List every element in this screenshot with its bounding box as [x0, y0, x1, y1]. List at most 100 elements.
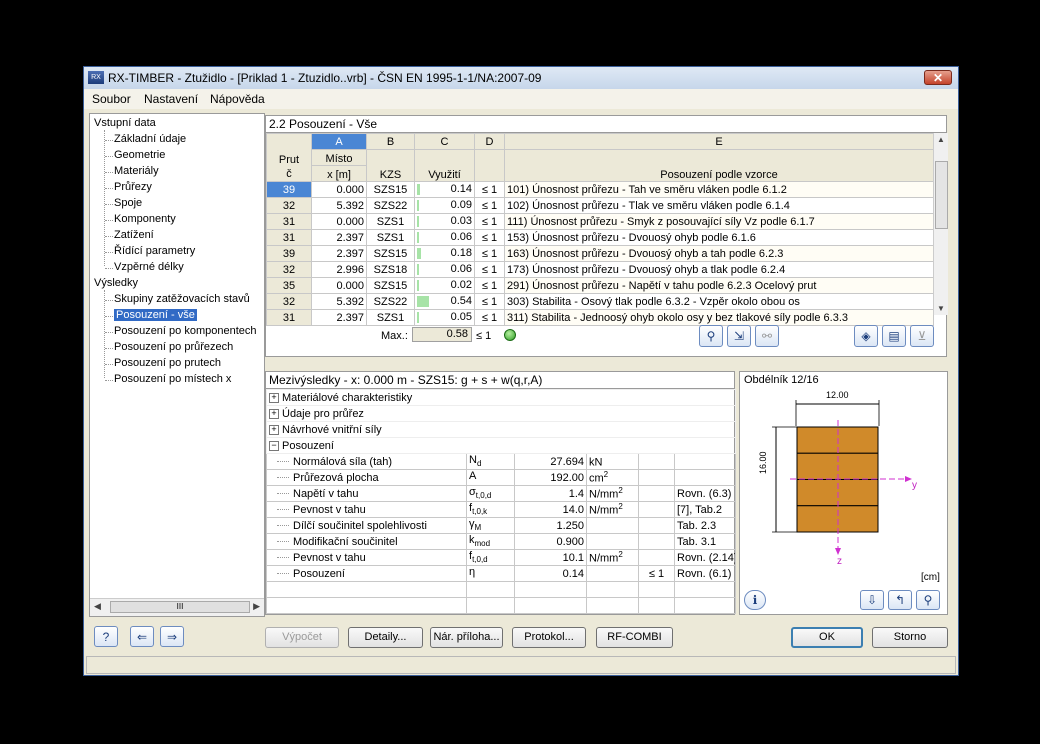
row-rod[interactable]: 32 [266, 293, 312, 310]
row-kzs[interactable]: SZS1 [366, 213, 415, 230]
row-rod[interactable]: 39 [266, 181, 312, 198]
protocol-button[interactable]: Protokol... [512, 627, 586, 648]
close-button[interactable]: ✕ [924, 70, 952, 85]
list-item[interactable]: Modifikační součinitel kmod 0.900 Tab. 3.1 [266, 533, 736, 550]
list-item[interactable]: Dílčí součinitel spolehlivosti γM 1.250 Tab… [266, 517, 736, 534]
tree-item-0[interactable]: Základní údaje [114, 133, 186, 145]
list-item[interactable]: Pevnost v tahu ft,0,d 10.1 N/mm2 Rovn. (2.14… [266, 549, 736, 566]
collapse-icon[interactable]: − [269, 440, 279, 451]
national-annex-button[interactable]: Nár. příloha... [430, 627, 503, 648]
col-letter-a[interactable]: A [311, 133, 367, 150]
table-row[interactable]: 32 5.392 SZS22 0.09 ≤ 1 102) Únosnost průřezu… [266, 197, 934, 214]
row-location[interactable]: 2.397 [311, 309, 367, 326]
row-kzs[interactable]: SZS18 [366, 261, 415, 278]
row-location[interactable]: 2.397 [311, 245, 367, 262]
section-print-icon[interactable]: ⇩ [860, 590, 884, 610]
table-row[interactable]: 31 2.397 SZS1 0.05 ≤ 1 311) Stabilita - Jedno… [266, 309, 934, 326]
row-description[interactable]: 153) Únosnost průřezu - Dvouosý ohyb pod… [504, 229, 934, 246]
tree-item-0[interactable]: Skupiny zatěžovacích stavů [114, 293, 250, 305]
row-utilization[interactable]: 0.09 [414, 197, 475, 214]
row-utilization[interactable]: 0.02 [414, 277, 475, 294]
row-rod[interactable]: 39 [266, 245, 312, 262]
row-description[interactable]: 311) Stabilita - Jednoosý ohyb okolo osy… [504, 309, 934, 326]
table-row[interactable]: 31 0.000 SZS1 0.03 ≤ 1 111) Únosnost průřezu … [266, 213, 934, 230]
list-item[interactable]: Posouzení η 0.14 ≤ 1 Rovn. (6.1) [266, 565, 736, 582]
menu-soubor[interactable]: Soubor [92, 92, 131, 106]
col-letter-b[interactable]: B [366, 133, 415, 150]
row-kzs[interactable]: SZS15 [366, 181, 415, 198]
row-description[interactable]: 101) Únosnost průřezu - Tah ve směru vlá… [504, 181, 934, 198]
row-utilization[interactable]: 0.54 [414, 293, 475, 310]
tree-hscrollbar[interactable]: ◀ III ▶ [90, 598, 264, 616]
table-vscroll-thumb[interactable] [935, 161, 948, 229]
row-description[interactable]: 111) Únosnost průřezu - Smyk z posouvají… [504, 213, 934, 230]
row-description[interactable]: 163) Únosnost průřezu - Dvouosý ohyb a t… [504, 245, 934, 262]
tree-item-8[interactable]: Vzpěrné délky [114, 261, 184, 273]
row-kzs[interactable]: SZS1 [366, 309, 415, 326]
relations-icon[interactable]: ⚯ [755, 325, 779, 347]
tree-item-7[interactable]: Řídící parametry [114, 245, 195, 257]
tree-root-input[interactable]: Vstupní data [94, 117, 156, 129]
table-row[interactable]: 32 2.996 SZS18 0.06 ≤ 1 173) Únosnost průřezu… [266, 261, 934, 278]
tree-item-3[interactable]: Posouzení po průřezech [114, 341, 233, 353]
tree-item-1[interactable]: Posouzení - vše [114, 309, 197, 321]
list-item[interactable]: Normálová síla (tah) Nd 27.694 kN [266, 453, 736, 470]
row-location[interactable]: 2.996 [311, 261, 367, 278]
row-rod[interactable]: 32 [266, 197, 312, 214]
row-location[interactable]: 5.392 [311, 293, 367, 310]
list-item[interactable]: Průřezová plocha A 192.00 cm2 [266, 469, 736, 486]
row-utilization[interactable]: 0.06 [414, 261, 475, 278]
row-rod[interactable]: 32 [266, 261, 312, 278]
import-icon[interactable]: ⇒ [160, 626, 184, 647]
col-letter-d[interactable]: D [474, 133, 505, 150]
group-row[interactable]: + Návrhové vnitřní síly [266, 421, 736, 438]
row-utilization[interactable]: 0.14 [414, 181, 475, 198]
row-kzs[interactable]: SZS15 [366, 277, 415, 294]
table-row[interactable]: 39 0.000 SZS15 0.14 ≤ 1 101) Únosnost průřezu… [266, 181, 934, 198]
expand-icon[interactable]: + [269, 392, 279, 403]
table-row[interactable]: 35 0.000 SZS15 0.02 ≤ 1 291) Únosnost průřezu… [266, 277, 934, 294]
row-kzs[interactable]: SZS22 [366, 197, 415, 214]
row-rod[interactable]: 31 [266, 213, 312, 230]
display-results-icon[interactable]: ⇲ [727, 325, 751, 347]
row-utilization[interactable]: 0.06 [414, 229, 475, 246]
col-letter-e[interactable]: E [504, 133, 934, 150]
tree-item-6[interactable]: Zatížení [114, 229, 154, 241]
tree-item-5[interactable]: Posouzení po místech x [114, 373, 231, 385]
group-row[interactable]: − Posouzení [266, 437, 736, 454]
row-kzs[interactable]: SZS1 [366, 229, 415, 246]
details-button[interactable]: Detaily... [348, 627, 423, 648]
row-description[interactable]: 291) Únosnost průřezu - Napětí v tahu po… [504, 277, 934, 294]
row-location[interactable]: 0.000 [311, 277, 367, 294]
info-icon[interactable]: ℹ [744, 590, 766, 610]
expand-icon[interactable]: + [269, 424, 279, 435]
expand-icon[interactable]: + [269, 408, 279, 419]
row-utilization[interactable]: 0.18 [414, 245, 475, 262]
title-bar[interactable]: RX RX-TIMBER - Ztužidlo - [Priklad 1 - Z… [84, 67, 958, 90]
group-row[interactable]: + Údaje pro průřez [266, 405, 736, 422]
col-letter-c[interactable]: C [414, 133, 475, 150]
row-rod[interactable]: 31 [266, 229, 312, 246]
row-utilization[interactable]: 0.05 [414, 309, 475, 326]
row-rod[interactable]: 35 [266, 277, 312, 294]
row-kzs[interactable]: SZS22 [366, 293, 415, 310]
list-item[interactable]: Pevnost v tahu ft,0,k 14.0 N/mm2 [7], Tab.2 [266, 501, 736, 518]
calc-button[interactable]: Výpočet [265, 627, 339, 648]
table-row[interactable]: 31 2.397 SZS1 0.06 ≤ 1 153) Únosnost průřezu … [266, 229, 934, 246]
tree-hscroll-thumb[interactable]: III [110, 601, 250, 613]
tree-item-3[interactable]: Průřezy [114, 181, 152, 193]
tree-item-2[interactable]: Posouzení po komponentech [114, 325, 257, 337]
row-location[interactable]: 0.000 [311, 213, 367, 230]
table-row[interactable]: 32 5.392 SZS22 0.54 ≤ 1 303) Stabilita - Osov… [266, 293, 934, 310]
tree-item-5[interactable]: Komponenty [114, 213, 176, 225]
section-zoom-icon[interactable]: ⚲ [916, 590, 940, 610]
help-icon[interactable]: ? [94, 626, 118, 647]
row-kzs[interactable]: SZS15 [366, 245, 415, 262]
tree-item-4[interactable]: Posouzení po prutech [114, 357, 221, 369]
filter-ratio-icon[interactable]: ⊻ [910, 325, 934, 347]
group-row[interactable]: + Materiálové charakteristiky [266, 389, 736, 406]
row-rod[interactable]: 31 [266, 309, 312, 326]
tree-item-2[interactable]: Materiály [114, 165, 159, 177]
color-bars-icon[interactable]: ◈ [854, 325, 878, 347]
row-location[interactable]: 2.397 [311, 229, 367, 246]
